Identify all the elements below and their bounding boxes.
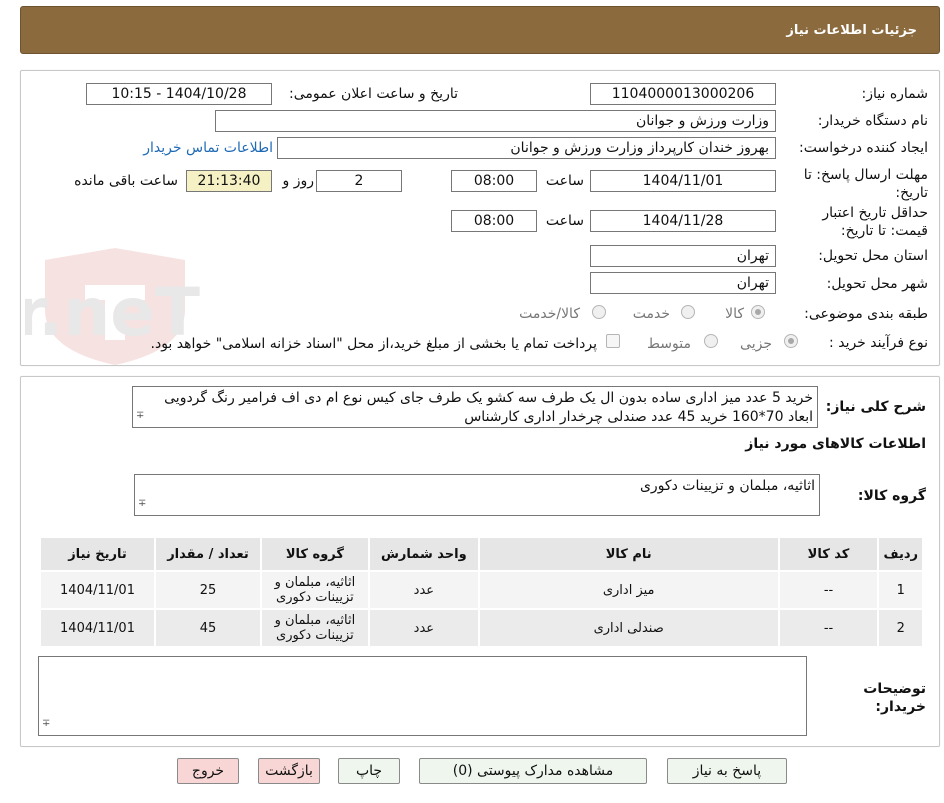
validity-time-field: 08:00 xyxy=(451,210,537,232)
table-row: 1 -- میز اداری عدد اثاثیه، مبلمان و تزیی… xyxy=(39,570,924,610)
creator-label: ایجاد کننده درخواست: xyxy=(799,140,928,156)
cell-qty: 25 xyxy=(154,570,262,610)
province-label: استان محل تحویل: xyxy=(818,248,928,264)
resize-handle-icon[interactable]: ∓ xyxy=(136,406,144,425)
category-label: طبقه بندی موضوعی: xyxy=(804,306,928,322)
deadline-date-field: 1404/11/01 xyxy=(590,170,776,192)
view-attachments-button[interactable]: مشاهده مدارک پیوستی (0) xyxy=(419,758,647,784)
cell-code: -- xyxy=(777,570,880,610)
creator-field: بهروز خندان کارپرداز وزارت ورزش و جوانان xyxy=(277,137,776,159)
goods-group-label: گروه کالا: xyxy=(857,488,926,504)
goods-table: ردیف کد کالا نام کالا واحد شمارش گروه کا… xyxy=(39,536,924,648)
cell-name: میز اداری xyxy=(477,570,780,610)
process-option-medium: متوسط xyxy=(647,336,691,352)
description-text: خرید 5 عدد میز اداری ساده بدون ال یک طرف… xyxy=(132,386,818,428)
category-option-goods: کالا xyxy=(725,306,744,322)
category-option-service: خدمت xyxy=(632,306,670,322)
days-field: 2 xyxy=(316,170,402,192)
process-label: نوع فرآیند خرید : xyxy=(829,335,928,351)
validity-time-label: ساعت xyxy=(545,213,584,229)
cell-unit: عدد xyxy=(367,570,480,610)
need-number-field: 1104000013000206 xyxy=(590,83,776,105)
description-content: خرید 5 عدد میز اداری ساده بدون ال یک طرف… xyxy=(164,390,813,425)
announce-date-label: تاریخ و ساعت اعلان عمومی: xyxy=(289,86,458,102)
deadline-label: مهلت ارسال پاسخ: تا تاریخ: xyxy=(803,167,928,201)
treasury-payment-checkbox[interactable] xyxy=(606,334,620,348)
category-option-both: کالا/خدمت xyxy=(519,306,580,322)
print-button[interactable]: چاپ xyxy=(338,758,400,784)
cell-group: اثاثیه، مبلمان و تزیینات دکوری xyxy=(259,608,370,648)
goods-group-value: اثاثیه، مبلمان و تزیینات دکوری xyxy=(639,478,815,494)
cell-name: صندلی اداری xyxy=(477,608,780,648)
city-field: تهران xyxy=(590,272,776,294)
col-name: نام کالا xyxy=(477,536,780,572)
process-radio-minor[interactable] xyxy=(784,334,798,348)
cell-group: اثاثیه، مبلمان و تزیینات دکوری xyxy=(259,570,370,610)
buyer-org-field: وزارت ورزش و جوانان xyxy=(215,110,776,132)
cell-row: 1 xyxy=(877,570,924,610)
col-row: ردیف xyxy=(877,536,924,572)
process-radio-medium[interactable] xyxy=(704,334,718,348)
goods-table-header: ردیف کد کالا نام کالا واحد شمارش گروه کا… xyxy=(39,536,924,572)
need-number-label: شماره نیاز: xyxy=(861,86,929,102)
buyer-org-label: نام دستگاه خریدار: xyxy=(817,113,928,129)
cell-code: -- xyxy=(777,608,880,648)
category-radio-service[interactable] xyxy=(681,305,695,319)
col-code: کد کالا xyxy=(777,536,880,572)
page-header: جزئیات اطلاعات نیاز xyxy=(20,6,940,54)
province-field: تهران xyxy=(590,245,776,267)
category-radio-goods[interactable] xyxy=(751,305,765,319)
city-label: شهر محل تحویل: xyxy=(826,276,928,292)
deadline-time-label: ساعت xyxy=(545,173,584,189)
countdown-field: 21:13:40 xyxy=(186,170,272,192)
days-label: روز و xyxy=(282,173,315,189)
buyer-notes-field[interactable]: ∓ xyxy=(38,656,807,736)
process-option-minor: جزیی xyxy=(740,336,772,352)
goods-section-title: اطلاعات کالاهای مورد نیاز xyxy=(745,436,926,452)
buyer-notes-label: توضیحات خریدار: xyxy=(863,681,926,715)
cell-date: 1404/11/01 xyxy=(39,570,156,610)
resize-handle-icon[interactable]: ∓ xyxy=(138,494,146,513)
exit-button[interactable]: خروج xyxy=(177,758,239,784)
cell-unit: عدد xyxy=(367,608,480,648)
buyer-contact-link[interactable]: اطلاعات تماس خریدار xyxy=(143,140,273,156)
cell-qty: 45 xyxy=(154,608,262,648)
cell-date: 1404/11/01 xyxy=(39,608,156,648)
page-title: جزئیات اطلاعات نیاز xyxy=(786,23,917,38)
col-group: گروه کالا xyxy=(259,536,370,572)
validity-label: حداقل تاریخ اعتبار قیمت: تا تاریخ: xyxy=(822,205,928,239)
resize-handle-icon[interactable]: ∓ xyxy=(42,714,50,733)
table-row: 2 -- صندلی اداری عدد اثاثیه، مبلمان و تز… xyxy=(39,608,924,648)
validity-date-field: 1404/11/28 xyxy=(590,210,776,232)
col-date: تاریخ نیاز xyxy=(39,536,156,572)
deadline-time-field: 08:00 xyxy=(451,170,537,192)
back-button[interactable]: بازگشت xyxy=(258,758,320,784)
goods-group-field: اثاثیه، مبلمان و تزیینات دکوری ∓ xyxy=(134,474,820,516)
remaining-label: ساعت باقی مانده xyxy=(74,173,178,189)
col-unit: واحد شمارش xyxy=(367,536,480,572)
reply-button[interactable]: پاسخ به نیاز xyxy=(667,758,787,784)
announce-date-field: 1404/10/28 - 10:15 xyxy=(86,83,272,105)
description-label: شرح کلی نیاز: xyxy=(825,399,926,415)
cell-row: 2 xyxy=(877,608,924,648)
category-radio-both[interactable] xyxy=(592,305,606,319)
col-qty: تعداد / مقدار xyxy=(154,536,262,572)
treasury-payment-note: پرداخت تمام یا بخشی از مبلغ خرید،از محل … xyxy=(150,336,597,352)
